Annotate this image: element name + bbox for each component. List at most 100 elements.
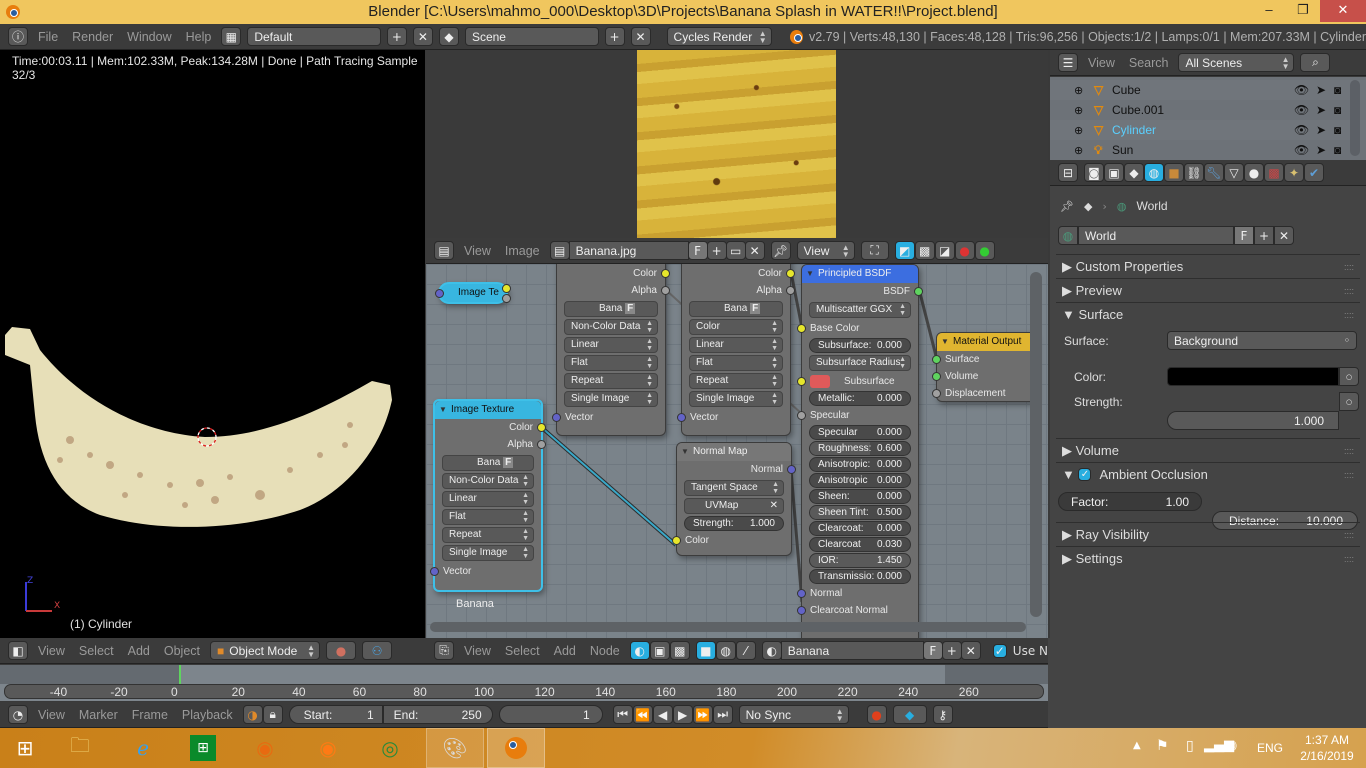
- clock-date[interactable]: 2/16/2019: [1292, 749, 1362, 763]
- add-layout-button[interactable]: +: [386, 27, 407, 46]
- roughness-slider[interactable]: Roughness: 0.600: [809, 441, 911, 456]
- color-output-socket[interactable]: [502, 284, 511, 293]
- vector-input-socket[interactable]: [677, 413, 686, 422]
- collapsed-image-texture-node[interactable]: Image Te: [435, 282, 511, 304]
- jump-start-button[interactable]: ⏮: [612, 705, 633, 724]
- remove-scene-button[interactable]: ✕: [630, 27, 651, 46]
- unlink-image-button[interactable]: ✕: [744, 241, 765, 260]
- clearcoat-normal-socket[interactable]: [797, 606, 806, 615]
- subsurface-slider[interactable]: Subsurface: 0.000: [809, 338, 911, 353]
- node-editor-vertical-scrollbar[interactable]: [1030, 272, 1042, 617]
- node-menu-select[interactable]: Select: [501, 644, 544, 658]
- 3d-viewport[interactable]: Time:00:03.11 | Mem:102.33M, Peak:134.28…: [0, 50, 425, 638]
- outliner-search-button[interactable]: ⌕: [1300, 53, 1331, 72]
- node-editor-horizontal-scrollbar[interactable]: [430, 622, 1026, 632]
- world-fake-user-button[interactable]: F: [1234, 226, 1254, 245]
- interpolation-select[interactable]: Linear ▲ ▼: [442, 491, 534, 507]
- timeline-menu-frame[interactable]: Frame: [128, 708, 172, 722]
- source-select[interactable]: Single Image ▲ ▼: [564, 391, 658, 407]
- new-material-button[interactable]: +: [941, 641, 962, 660]
- render-camera-icon[interactable]: ◙: [1334, 143, 1341, 157]
- projection-select[interactable]: Flat ▲ ▼: [564, 355, 658, 371]
- tab-scene[interactable]: ◆: [1124, 163, 1144, 182]
- menu-window[interactable]: Window: [123, 30, 175, 44]
- material-fake-user-button[interactable]: F: [922, 641, 943, 660]
- language-indicator[interactable]: ENG: [1257, 741, 1283, 755]
- tab-world[interactable]: ◍: [1144, 163, 1164, 182]
- play-button[interactable]: ▶: [672, 705, 693, 724]
- timeline-ruler[interactable]: -40 -20 0 20 40 60 80 100 120 140 160 180 200 220 240 2…: [4, 684, 1044, 699]
- image-browse-button[interactable]: ▤: [549, 241, 570, 260]
- panel-surface[interactable]: ▼ Surface::::: [1056, 302, 1360, 326]
- editor-type-properties-button[interactable]: ⊟: [1058, 163, 1078, 182]
- vector-input-socket[interactable]: [552, 413, 561, 422]
- material-name-field[interactable]: Banana: [780, 641, 924, 660]
- preview-range-button[interactable]: ◑: [242, 705, 263, 724]
- node-menu-add[interactable]: Add: [550, 644, 580, 658]
- texture-tree-button[interactable]: ▩: [669, 641, 690, 660]
- viewport-shading-select[interactable]: ●: [326, 641, 357, 660]
- expand-toggle-icon[interactable]: ⊕: [1074, 84, 1083, 97]
- unlink-material-button[interactable]: ✕: [960, 641, 981, 660]
- next-keyframe-button[interactable]: ⏩: [692, 705, 713, 724]
- visibility-eye-icon[interactable]: 👁︎: [1294, 103, 1309, 117]
- node-menu-node[interactable]: Node: [586, 644, 624, 658]
- node-editor[interactable]: Image Te Color Alpha Bana F Non-Color Da…: [426, 264, 1048, 638]
- editor-type-3d-button[interactable]: ◧: [8, 641, 28, 660]
- start-frame-field[interactable]: Start: 1: [288, 705, 383, 724]
- anisotropic-slider[interactable]: Anisotropic: 0.000: [809, 457, 911, 472]
- world-name-field[interactable]: World: [1078, 226, 1234, 245]
- remove-layout-button[interactable]: ✕: [412, 27, 433, 46]
- alpha-output-socket[interactable]: [537, 440, 546, 449]
- color-output-socket[interactable]: [786, 269, 795, 278]
- select-cursor-icon[interactable]: ➤: [1316, 103, 1326, 117]
- tab-render[interactable]: ◙: [1084, 163, 1104, 182]
- clearcoat-slider[interactable]: Clearcoat: 0.000: [809, 521, 911, 536]
- editor-type-timeline-button[interactable]: ◔: [8, 705, 28, 724]
- volume-socket[interactable]: [932, 372, 941, 381]
- base-color-socket[interactable]: [797, 324, 806, 333]
- pivot-select[interactable]: ⚇: [362, 641, 393, 660]
- ior-field[interactable]: IOR: 1.450: [809, 553, 911, 568]
- ambient-occlusion-checkbox[interactable]: ✓: [1078, 468, 1092, 481]
- image-texture-node-2[interactable]: Image Texture Color Alpha Bana F Non-Col…: [430, 399, 546, 592]
- extension-select[interactable]: Repeat ▲ ▼: [442, 527, 534, 543]
- record-button[interactable]: ●: [866, 705, 887, 724]
- object-shader-button[interactable]: ■: [695, 641, 716, 660]
- outliner-item-name[interactable]: Cube: [1112, 83, 1141, 97]
- sheen-tint-slider[interactable]: Sheen Tint: 0.500: [809, 505, 911, 520]
- image-fake-user-button[interactable]: F: [687, 241, 708, 260]
- expand-toggle-icon[interactable]: ⊕: [1074, 104, 1083, 117]
- tab-texture[interactable]: ▩: [1264, 163, 1284, 182]
- outliner-menu-search[interactable]: Search: [1125, 56, 1173, 70]
- layout-select[interactable]: Default: [247, 27, 381, 46]
- render-camera-icon[interactable]: ◙: [1334, 83, 1341, 97]
- interpolation-select[interactable]: Linear ▲ ▼: [689, 337, 783, 353]
- distribution-select[interactable]: Multiscatter GGX ▲ ▼: [809, 302, 911, 318]
- volume-icon[interactable]: 🔊︎: [1228, 738, 1237, 754]
- editor-type-image-button[interactable]: ▤: [434, 241, 454, 260]
- taskbar-internet-explorer[interactable]: ℯ: [128, 733, 158, 763]
- image-datablock[interactable]: Bana F: [564, 301, 658, 317]
- keying-set-select[interactable]: ◆: [892, 705, 927, 724]
- red-channel-button[interactable]: ●: [954, 241, 975, 260]
- pin-icon[interactable]: 📌︎: [1060, 200, 1074, 213]
- image-texture-node-3[interactable]: Color Alpha Bana F Color ▲ ▼ Linear ▲ ▼ Flat…: [677, 264, 795, 436]
- extension-select[interactable]: Repeat ▲ ▼: [689, 373, 783, 389]
- visibility-eye-icon[interactable]: 👁︎: [1294, 123, 1309, 137]
- outliner-item[interactable]: ⊕ ▽ Cube 👁︎ ➤ ◙: [1050, 80, 1366, 100]
- source-select[interactable]: Single Image ▲ ▼: [689, 391, 783, 407]
- tab-physics[interactable]: ✔: [1304, 163, 1324, 182]
- taskbar-firefox[interactable]: ◉: [313, 733, 343, 763]
- new-image-button[interactable]: +: [706, 241, 727, 260]
- clearcoat-roughness-slider[interactable]: Clearcoat Ro:0.030: [809, 537, 911, 552]
- use-nodes-checkbox[interactable]: ✓: [992, 643, 1007, 658]
- unlink-world-button[interactable]: ✕: [1274, 226, 1294, 245]
- scene-select[interactable]: Scene: [464, 27, 599, 46]
- play-reverse-button[interactable]: ◀: [652, 705, 673, 724]
- color-space-select[interactable]: Non-Color Data ▲ ▼: [564, 319, 658, 335]
- metallic-slider[interactable]: Metallic: 0.000: [809, 391, 911, 406]
- strength-field[interactable]: 1.000: [1167, 411, 1339, 430]
- menu-file[interactable]: File: [34, 30, 62, 44]
- world-browse-button[interactable]: ◍: [1058, 226, 1078, 245]
